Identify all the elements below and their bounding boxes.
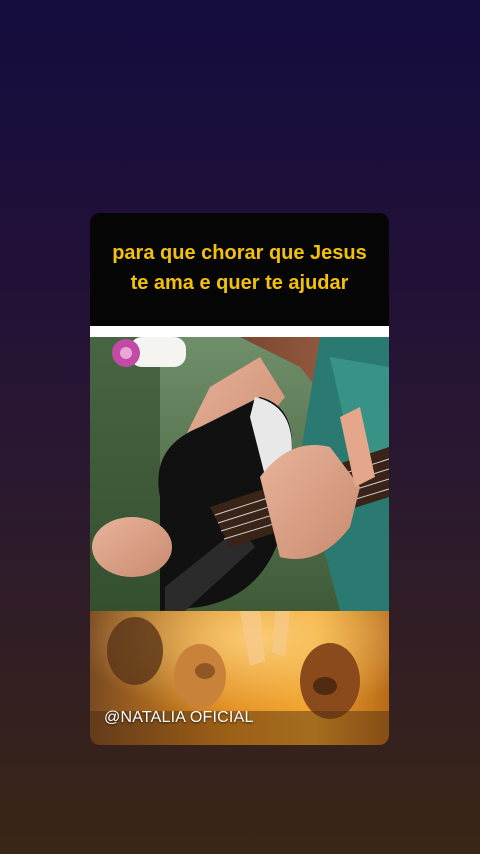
story-card[interactable]: para que chorar que Jesus te ama e quer … xyxy=(90,213,389,745)
watermark-handle: @NATALIA OFICIAL xyxy=(104,709,254,726)
caption-block: para que chorar que Jesus te ama e quer … xyxy=(90,213,389,337)
guitar-photo xyxy=(90,337,389,611)
caption-text: para que chorar que Jesus te ama e quer … xyxy=(112,242,367,294)
caption-divider xyxy=(90,326,389,337)
